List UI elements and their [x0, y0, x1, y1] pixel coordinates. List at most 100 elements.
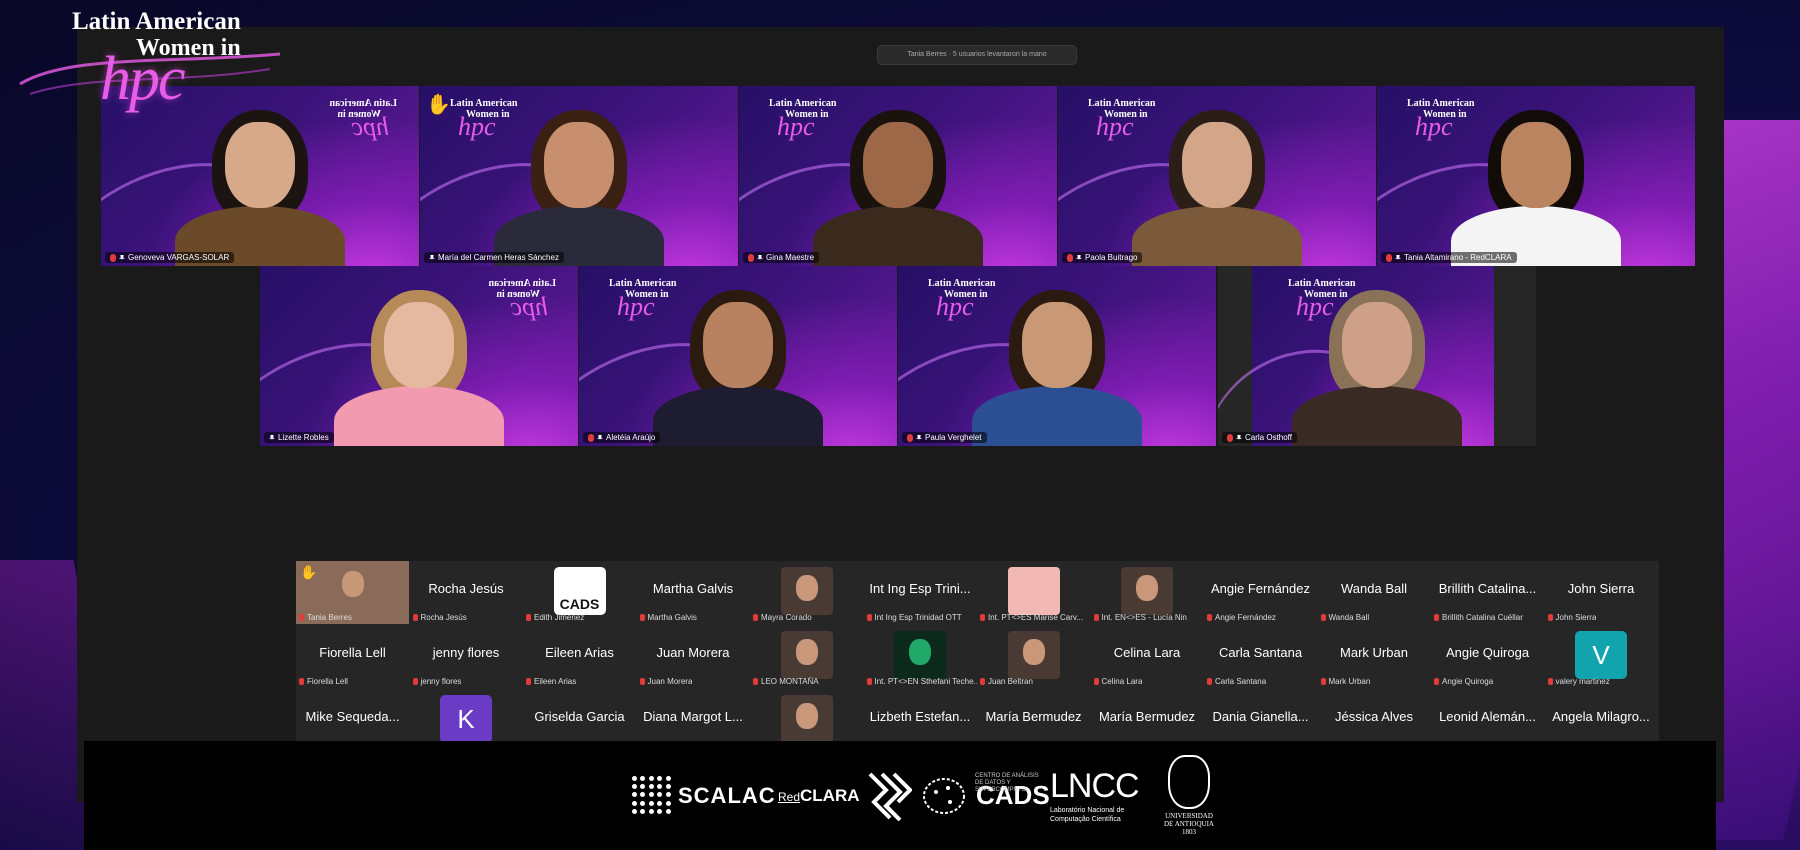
participant-video — [813, 96, 983, 266]
participant-name: Martha Galvis — [647, 613, 697, 622]
raised-hands-notice[interactable]: Tania Berres · 5 usuarios levantaron la … — [877, 45, 1077, 65]
tile-logo-line3: hpc — [936, 292, 974, 321]
participant-display-name: Brillith Catalina... — [1438, 581, 1537, 596]
lncc-label: LNCC — [1050, 767, 1140, 805]
participant-photo — [780, 567, 833, 615]
gallery-participant[interactable]: Int. EN<>ES - Lucía Nin — [1091, 561, 1204, 624]
participant-name: Juan Morera — [647, 677, 693, 686]
participant-name: jenny flores — [420, 677, 462, 686]
gallery-participant[interactable]: Mark Urban Mark Urban — [1318, 625, 1431, 688]
participant-name-tag: Int. EN<>ES - Lucía Nin — [1093, 613, 1187, 622]
gallery-participant[interactable]: Fiorella Lell Fiorella Lell — [296, 625, 409, 688]
gallery-participant[interactable]: Angie Fernández Angie Fernández — [1204, 561, 1317, 624]
cads-avatar: CADS — [553, 567, 606, 615]
gallery-participant[interactable]: Carla Santana Carla Santana — [1204, 625, 1317, 688]
participant-display-name: Celina Lara — [1113, 645, 1181, 660]
gallery-participant[interactable]: Int Ing Esp Trini... Int Ing Esp Trinidad… — [864, 561, 977, 624]
mic-muted-icon — [1547, 678, 1553, 685]
mic-muted-icon — [299, 678, 304, 685]
participant-display-name: Leonid Alemán... — [1439, 709, 1536, 724]
tile-logo-line3: hpc — [1096, 112, 1134, 141]
udea-line2: DE ANTIOQUIA — [1164, 820, 1214, 828]
event-logo: Latin American Women in hpc — [10, 4, 290, 124]
video-tile[interactable]: Latin American Women in hpc ✋ María del Carm… — [420, 86, 738, 266]
gallery-participant[interactable]: Juan Morera Juan Morera — [637, 625, 750, 688]
mic-muted-icon — [1547, 614, 1553, 621]
mic-muted-icon — [1067, 253, 1073, 262]
mic-muted-icon — [1320, 678, 1326, 685]
participant-name-tag: Paola Buitrago — [1062, 252, 1143, 263]
gallery-participant[interactable]: Mayra Corado — [750, 561, 863, 624]
participant-photo — [894, 631, 946, 679]
participant-video — [334, 276, 504, 446]
participant-name-tag: jenny flores — [412, 677, 462, 686]
gallery-participant[interactable]: Brillith Catalina... Brillith Catalina Cu… — [1431, 561, 1544, 624]
participant-name: Gina Maestre — [766, 253, 815, 262]
participant-display-name: John Sierra — [1567, 581, 1635, 596]
participant-video — [494, 96, 664, 266]
mic-muted-icon — [753, 614, 758, 621]
gallery-participant[interactable]: Vvalery martinez — [1545, 625, 1658, 688]
participant-name-tag: Int. PT<>ES Marise Carv... — [980, 613, 1083, 622]
participant-display-name: Diana Margot L... — [643, 709, 743, 724]
participant-name-tag: Wanda Ball — [1320, 613, 1369, 622]
tile-logo-line3: hpc — [458, 112, 496, 141]
gallery-participant[interactable]: CADS Edith Jimenez — [523, 561, 636, 624]
participant-display-name: María Bermudez — [985, 709, 1082, 724]
lncc-subtitle-1: Laboratório Nacional de — [1050, 807, 1125, 814]
participant-display-name: Angie Fernández — [1210, 581, 1310, 596]
gallery-participant[interactable]: John Sierra John Sierra — [1545, 561, 1658, 624]
participant-name: Brillith Catalina Cuéllar — [1442, 613, 1523, 622]
gallery-participant[interactable]: ✋ Tania Berres — [296, 561, 409, 624]
video-tile[interactable]: Latin American Women in hpc Gina Maestre — [739, 86, 1057, 266]
video-tile[interactable]: Latin American Women in hpc Tania Altamiran… — [1377, 86, 1695, 266]
participant-video — [972, 276, 1142, 446]
scalac-label: SCALAC — [678, 782, 776, 808]
gallery-participant[interactable]: Martha Galvis Martha Galvis — [637, 561, 750, 624]
participant-gallery: ✋ Tania Berres Rocha Jesús Rocha Jesús CADS E… — [296, 561, 1659, 753]
participant-name: Carla Santana — [1215, 677, 1267, 686]
gallery-participant[interactable]: Celina Lara Celina Lara — [1091, 625, 1204, 688]
participant-display-name: Angie Quiroga — [1445, 645, 1530, 660]
mic-muted-icon — [1207, 678, 1212, 685]
gallery-participant[interactable]: Juan Beltran — [977, 625, 1090, 688]
participant-name-tag: LEO MONTAÑA — [753, 677, 819, 686]
video-tile[interactable]: Latin American Women in hpc Paola Buitrago — [1058, 86, 1376, 266]
video-tile[interactable]: Latin American Women in hpc Lizette Robles — [260, 266, 578, 446]
mic-muted-icon — [907, 433, 913, 442]
participant-display-name: Carla Santana — [1218, 645, 1303, 660]
mic-muted-icon — [1434, 678, 1439, 685]
participant-avatar: K — [440, 695, 492, 743]
mic-muted-icon — [753, 678, 758, 685]
participant-name-tag: Int Ing Esp Trinidad OTT — [866, 613, 962, 622]
participant-name: Eileen Arias — [534, 677, 577, 686]
mic-muted-icon — [412, 678, 418, 685]
participant-name-tag: Angie Quiroga — [1434, 677, 1493, 686]
scalac-dots-icon — [632, 775, 672, 816]
gallery-participant[interactable]: Rocha Jesús Rocha Jesús — [410, 561, 523, 624]
participant-video — [653, 276, 823, 446]
participant-name-tag: Tania Altamirano - RedCLARA — [1381, 252, 1517, 263]
gallery-participant[interactable]: Wanda Ball Wanda Ball — [1318, 561, 1431, 624]
gallery-participant[interactable]: Angie Quiroga Angie Quiroga — [1431, 625, 1544, 688]
pin-icon — [429, 254, 435, 261]
gallery-participant[interactable]: Int. PT<>EN Sthefani Teche... — [864, 625, 977, 688]
video-tile[interactable]: Latin American Women in hpc Aletéia Araújo — [579, 266, 897, 446]
participant-name-tag: Genoveva VARGAS-SOLAR — [105, 252, 235, 263]
gallery-participant[interactable]: Int. PT<>ES Marise Carv... — [977, 561, 1090, 624]
pin-icon — [269, 434, 275, 441]
mic-muted-icon — [639, 614, 645, 621]
mic-muted-icon — [980, 614, 985, 621]
event-logo-line3: hpc — [100, 45, 186, 113]
meeting-window: Tania Berres · 5 usuarios levantaron la … — [77, 27, 1724, 802]
video-tile[interactable]: Latin American Women in hpc Paula Verghelet — [898, 266, 1216, 446]
gallery-participant[interactable]: jenny flores jenny flores — [410, 625, 523, 688]
participant-display-name: Mark Urban — [1340, 645, 1408, 660]
gallery-participant[interactable]: Eileen Arias Eileen Arias — [523, 625, 636, 688]
video-tile[interactable]: Latin American Women in hpc Carla Osthoff — [1218, 266, 1536, 446]
participant-name-tag: Celina Lara — [1093, 677, 1142, 686]
participant-name: Mark Urban — [1328, 677, 1371, 686]
participant-name-tag: Eileen Arias — [526, 677, 576, 686]
gallery-participant[interactable]: LEO MONTAÑA — [750, 625, 863, 688]
tile-logo-line3: hpc — [351, 112, 389, 141]
